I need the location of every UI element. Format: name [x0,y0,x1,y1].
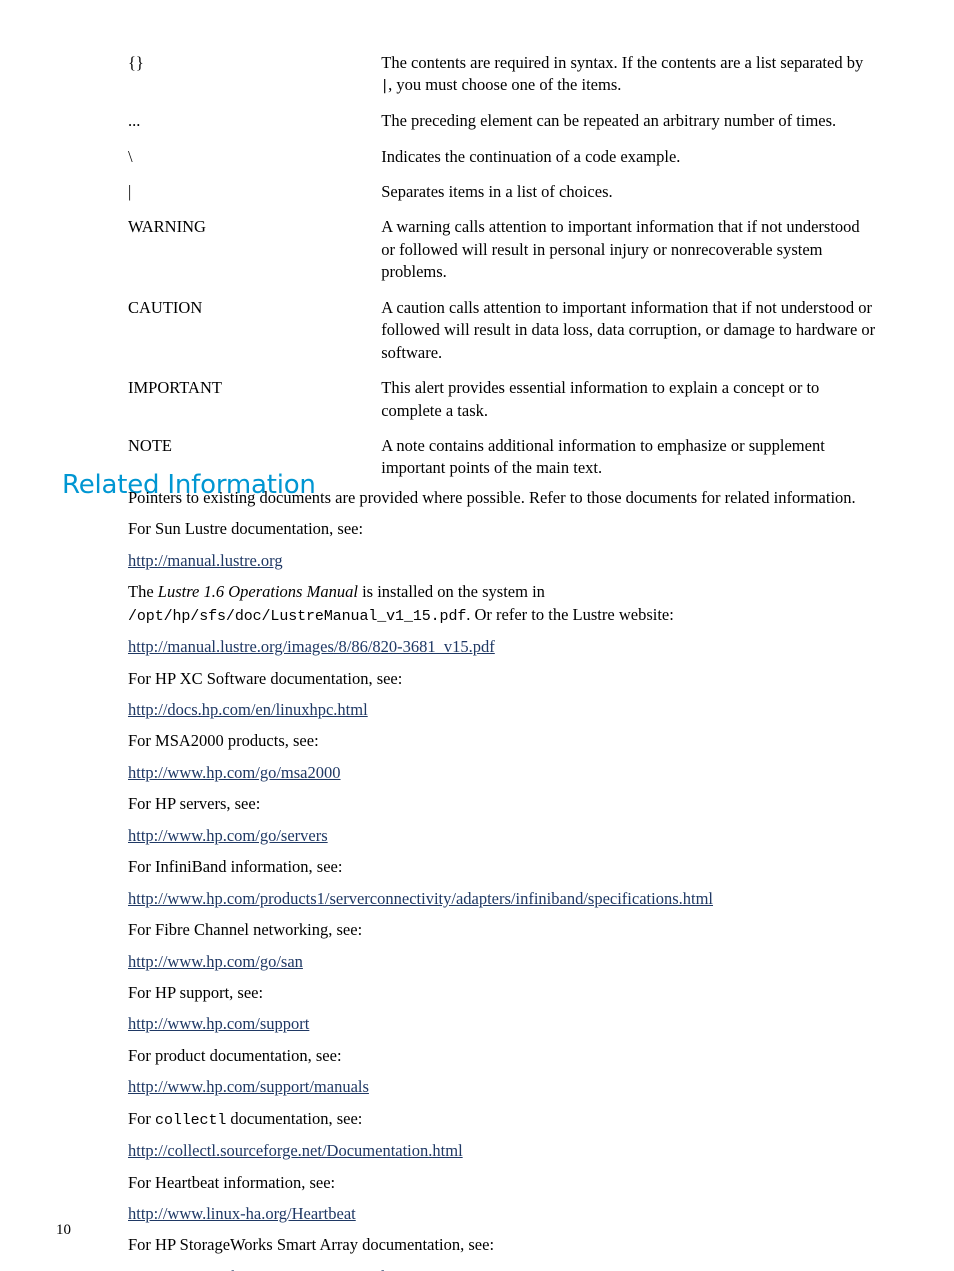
convention-term: WARNING [128,217,206,237]
table-row: CAUTION A caution calls attention to imp… [128,297,876,377]
table-row: IMPORTANT This alert provides essential … [128,377,876,435]
label-hp-xc-software: For HP XC Software documentation, see: [128,668,403,688]
document-page: {} The contents are required in syntax. … [0,0,954,1271]
label-product-documentation: For product documentation, see: [128,1045,342,1065]
table-row: WARNING A warning calls attention to imp… [128,216,876,296]
link-product-documentation[interactable]: http://www.hp.com/support/manuals [128,1076,369,1098]
label-collectl: For collectl documentation, see: [128,1108,876,1131]
convention-description-part: , you must choose one of the items. [388,75,622,95]
conventions-table: {} The contents are required in syntax. … [128,52,876,493]
convention-term: CAUTION [128,297,203,317]
label-msa2000: For MSA2000 products, see: [128,731,319,751]
intro-paragraph: Pointers to existing documents are provi… [128,488,856,507]
label-infiniband: For InfiniBand information, see: [128,857,343,877]
convention-term: | [128,182,132,202]
table-row: | Separates items in a list of choices. [128,181,876,216]
lustre-manual-prefix: The [128,582,158,602]
convention-description: The preceding element can be repeated an… [381,111,837,131]
link-heartbeat[interactable]: http://www.linux-ha.org/Heartbeat [128,1203,356,1225]
link-msa2000[interactable]: http://www.hp.com/go/msa2000 [128,762,341,784]
link-collectl[interactable]: http://collectl.sourceforge.net/Document… [128,1140,463,1162]
convention-term: IMPORTANT [128,378,222,398]
lustre-manual-path: /opt/hp/sfs/doc/LustreManual_v1_15.pdf [128,607,467,625]
convention-description: Indicates the continuation of a code exa… [381,146,681,166]
label-smart-array: For HP StorageWorks Smart Array document… [128,1235,495,1255]
convention-description: A caution calls attention to important i… [381,297,876,362]
link-infiniband[interactable]: http://www.hp.com/products1/serverconnec… [128,888,713,910]
convention-description: This alert provides essential informatio… [381,378,820,420]
lustre-manual-paragraph: The Lustre 1.6 Operations Manual is inst… [128,581,876,627]
convention-description: A note contains additional information t… [381,435,825,478]
link-lustre-manual-pdf[interactable]: http://manual.lustre.org/images/8/86/820… [128,636,495,658]
lustre-manual-middle: is installed on the system in [357,582,545,602]
convention-term: ... [128,111,141,131]
convention-description: A warning calls attention to important i… [381,217,860,282]
conventions-table-body: {} The contents are required in syntax. … [128,52,876,493]
table-row: \ Indicates the continuation of a code e… [128,146,876,181]
related-information-body: Pointers to existing documents are provi… [128,487,876,1271]
link-smart-array-manuals[interactable]: HP StorageWorks Smart Array Manuals [128,1266,392,1271]
collectl-prefix: For [128,1108,156,1128]
convention-description: The contents are required in syntax. If … [381,52,876,110]
label-heartbeat: For Heartbeat information, see: [128,1172,336,1192]
link-sun-lustre[interactable]: http://manual.lustre.org [128,550,283,572]
convention-term: {} [128,53,144,72]
convention-description: Separates items in a list of choices. [381,182,613,202]
link-hp-servers[interactable]: http://www.hp.com/go/servers [128,825,328,847]
convention-description-part: The contents are required in syntax. If … [381,53,864,72]
sun-lustre-label: For Sun Lustre documentation, see: [128,519,364,539]
collectl-suffix: documentation, see: [226,1108,363,1128]
table-row: {} The contents are required in syntax. … [128,52,876,110]
convention-term: \ [128,146,133,166]
table-row: ... The preceding element can be repeate… [128,110,876,145]
lustre-manual-title: Lustre 1.6 Operations Manual [157,582,358,602]
page-number: 10 [56,1222,71,1238]
collectl-name: collectl [155,1111,227,1129]
label-hp-support: For HP support, see: [128,982,264,1002]
label-hp-servers: For HP servers, see: [128,794,261,814]
lustre-manual-suffix: . Or refer to the Lustre website: [466,604,674,624]
link-hp-xc-software[interactable]: http://docs.hp.com/en/linuxhpc.html [128,699,368,721]
label-fibre-channel: For Fibre Channel networking, see: [128,920,363,940]
link-fibre-channel[interactable]: http://www.hp.com/go/san [128,951,303,973]
link-hp-support[interactable]: http://www.hp.com/support [128,1013,309,1035]
